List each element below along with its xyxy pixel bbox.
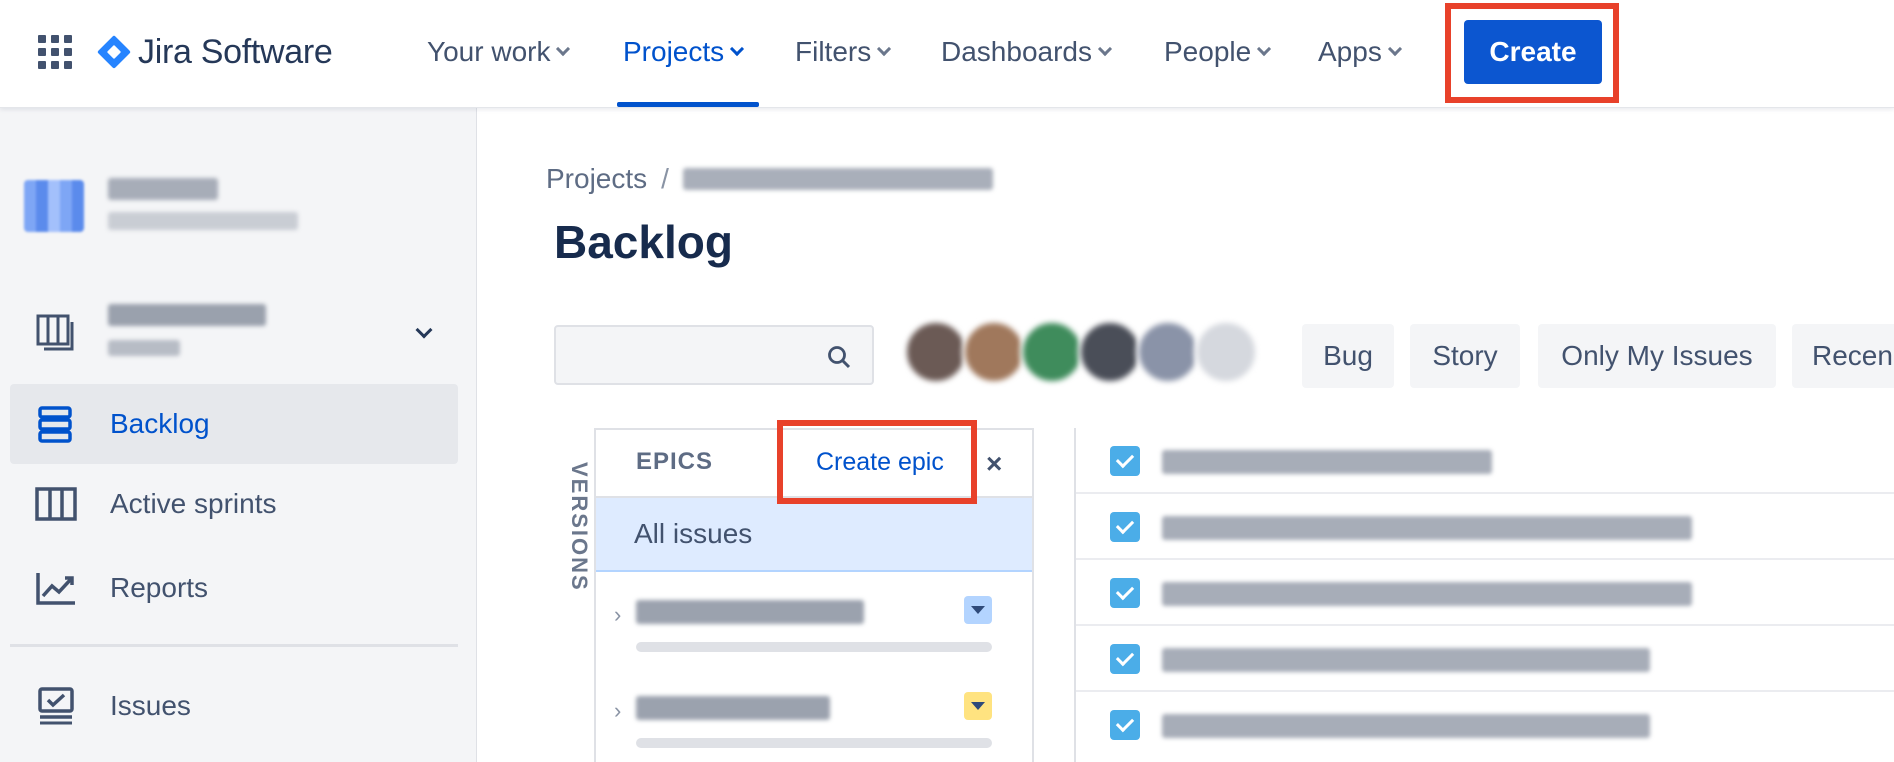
sidebar-item-label: Issues <box>110 690 191 721</box>
breadcrumb-projects[interactable]: Projects <box>546 163 647 195</box>
issue-summary-redacted <box>1162 450 1492 474</box>
create-button[interactable]: Create <box>1464 20 1602 84</box>
project-sidebar: Backlog Active sprints Reports Issues <box>0 108 477 762</box>
issue-summary-redacted <box>1162 516 1692 540</box>
quick-filter-only-my-issues[interactable]: Only My Issues <box>1538 324 1776 388</box>
chevron-down-icon[interactable] <box>415 321 433 339</box>
sidebar-divider <box>10 644 458 647</box>
task-type-icon <box>1110 578 1140 608</box>
quick-filter-bug[interactable]: Bug <box>1302 324 1394 388</box>
backlog-icon <box>32 400 80 448</box>
close-icon[interactable]: × <box>986 448 1002 480</box>
nav-filters[interactable]: Filters <box>795 30 892 74</box>
epic-dropdown-icon[interactable] <box>964 596 992 624</box>
project-avatar[interactable] <box>24 180 84 232</box>
versions-tab-label: VERSIONS <box>567 462 592 592</box>
all-issues-label: All issues <box>634 518 753 549</box>
chevron-down-icon <box>877 41 892 57</box>
task-type-icon <box>1110 446 1140 476</box>
breadcrumb: Projects / <box>546 163 993 195</box>
issues-icon <box>32 682 80 730</box>
quick-filter-recent[interactable]: Recen <box>1792 324 1894 388</box>
issue-summary-redacted <box>1162 648 1650 672</box>
app-name: Jira Software <box>138 32 333 71</box>
epic-progress-bar <box>636 738 992 748</box>
create-epic-link[interactable]: Create epic <box>816 448 944 477</box>
epic-all-issues[interactable]: All issues <box>596 498 1032 572</box>
board-icon <box>36 314 74 351</box>
avatar[interactable] <box>1194 320 1258 384</box>
project-type-redacted <box>108 212 298 230</box>
avatar[interactable] <box>1136 320 1200 384</box>
sidebar-item-label: Active sprints <box>110 488 277 519</box>
sidebar-item-reports[interactable]: Reports <box>10 548 458 628</box>
chart-line-icon <box>32 564 80 612</box>
epic-item[interactable]: › <box>596 672 1032 762</box>
chevron-down-icon <box>556 41 571 57</box>
avatar[interactable] <box>904 320 968 384</box>
task-type-icon <box>1110 710 1140 740</box>
chevron-down-icon <box>1257 41 1272 57</box>
jira-diamond-icon <box>97 35 131 69</box>
chevron-right-icon[interactable]: › <box>614 698 621 724</box>
task-type-icon <box>1110 644 1140 674</box>
nav-your-work[interactable]: Your work <box>427 30 571 74</box>
active-nav-indicator <box>617 102 759 107</box>
epic-progress-bar <box>636 642 992 652</box>
avatar[interactable] <box>1020 320 1084 384</box>
board-name-redacted[interactable] <box>108 304 266 326</box>
backlog-issue-list <box>1074 428 1894 762</box>
avatar[interactable] <box>962 320 1026 384</box>
nav-people[interactable]: People <box>1164 30 1272 74</box>
sidebar-item-backlog[interactable]: Backlog <box>10 384 458 464</box>
epic-item[interactable]: › <box>596 576 1032 672</box>
breadcrumb-project-redacted[interactable] <box>682 168 993 190</box>
issue-summary-redacted <box>1162 582 1692 606</box>
project-name-redacted[interactable] <box>108 178 218 200</box>
chevron-down-icon <box>730 41 745 57</box>
chevron-down-icon <box>1097 41 1113 57</box>
nav-projects-label: Projects <box>623 36 725 67</box>
epic-name-redacted <box>636 600 864 624</box>
epics-header: EPICS <box>636 448 714 475</box>
sidebar-item-issues[interactable]: Issues <box>10 666 458 746</box>
board-type-redacted <box>108 340 180 356</box>
avatar[interactable] <box>1078 320 1142 384</box>
sidebar-item-active-sprints[interactable]: Active sprints <box>10 464 458 544</box>
chevron-down-icon <box>1387 41 1402 57</box>
sidebar-item-label: Backlog <box>110 408 210 439</box>
nav-your-work-label: Your work <box>427 36 551 67</box>
nav-projects[interactable]: Projects <box>623 30 745 74</box>
issue-row[interactable] <box>1076 626 1894 692</box>
epic-dropdown-icon[interactable] <box>964 692 992 720</box>
jira-logo[interactable]: Jira Software <box>96 30 333 74</box>
task-type-icon <box>1110 512 1140 542</box>
quick-filter-story[interactable]: Story <box>1410 324 1520 388</box>
issue-row[interactable] <box>1076 560 1894 626</box>
epics-panel: EPICS Create epic × All issues › › <box>594 428 1034 762</box>
chevron-right-icon[interactable]: › <box>614 602 621 628</box>
page-title: Backlog <box>554 216 733 268</box>
nav-apps-label: Apps <box>1318 36 1382 67</box>
assignee-avatars <box>904 320 1258 384</box>
breadcrumb-separator: / <box>661 163 669 194</box>
nav-dashboards-label: Dashboards <box>941 36 1092 67</box>
app-switcher-icon[interactable] <box>38 35 72 69</box>
sidebar-item-label: Reports <box>110 572 209 603</box>
issue-row[interactable] <box>1076 494 1894 560</box>
nav-filters-label: Filters <box>795 36 872 67</box>
nav-apps[interactable]: Apps <box>1318 30 1402 74</box>
versions-tab[interactable]: VERSIONS <box>558 462 594 592</box>
issue-row[interactable] <box>1076 692 1894 758</box>
issue-summary-redacted <box>1162 714 1650 738</box>
issue-row[interactable] <box>1076 428 1894 494</box>
nav-dashboards[interactable]: Dashboards <box>941 30 1113 74</box>
epic-name-redacted <box>636 696 830 720</box>
search-icon <box>828 346 851 369</box>
top-navigation: Jira Software Your work Projects Filters… <box>0 0 1894 108</box>
board-columns-icon <box>32 480 80 528</box>
nav-people-label: People <box>1164 36 1252 67</box>
